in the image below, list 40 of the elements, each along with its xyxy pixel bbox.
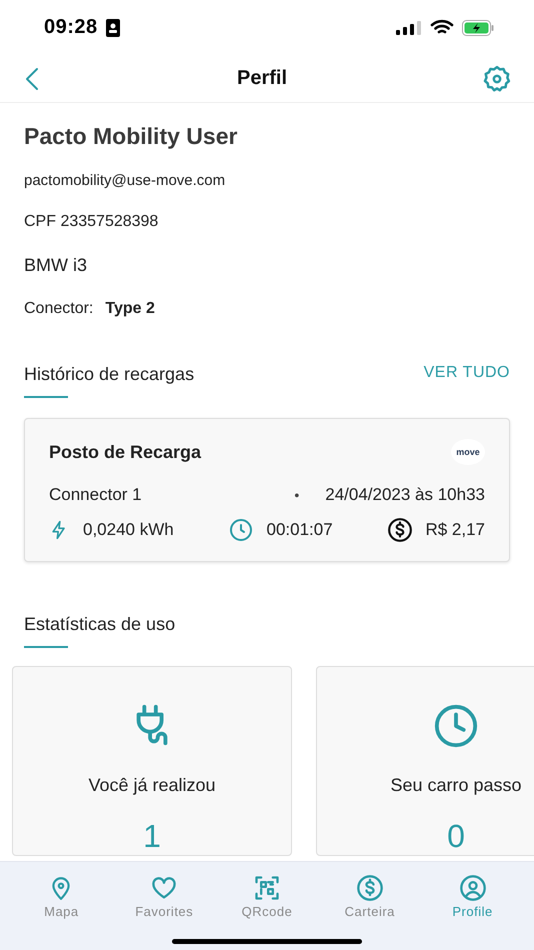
section-title: Estatísticas de uso (24, 614, 176, 636)
profile-icon (458, 874, 488, 902)
tab-item[interactable]: QRcode (226, 874, 307, 919)
station-logo: move (451, 439, 485, 465)
section-title: Histórico de recargas (24, 364, 194, 386)
dollar-circle-icon (354, 874, 385, 902)
page-title: Perfil (236, 67, 288, 90)
wifi-icon (430, 19, 454, 36)
stat-value: 1 (143, 818, 161, 855)
recharge-datetime: 24/04/2023 às 10h33 (325, 485, 485, 505)
user-name: Pacto Mobility User (24, 123, 238, 150)
clock-icon (228, 518, 252, 542)
connector-value: Type 2 (105, 300, 155, 318)
dollar-circle-icon (387, 517, 414, 543)
stat-label: Seu carro passo (390, 775, 522, 796)
status-time: 09:28 (44, 16, 98, 39)
separator-dot: • (294, 487, 300, 503)
tab-item[interactable]: Favorites (124, 874, 204, 919)
tab-item[interactable]: Profile (432, 874, 513, 919)
recharge-card[interactable]: Posto de Recarga move Connector 1 • 24/04/2023 às 10h33 0,0240 kWh 00:01:07 R$ 2,17 (24, 418, 510, 562)
see-all-link[interactable]: VER TUDO (424, 364, 510, 382)
tab-item[interactable]: Mapa (21, 874, 102, 919)
settings-button[interactable] (482, 64, 512, 94)
id-card-icon (106, 18, 120, 36)
connector-label: Conector: (24, 300, 94, 318)
car-model: BMW i3 (24, 255, 88, 276)
stat-value: 0 (447, 818, 465, 855)
battery-icon (462, 20, 494, 36)
station-name: Posto de Recarga (49, 442, 202, 462)
connector-name: Connector 1 (49, 485, 142, 505)
clock-icon (433, 703, 479, 749)
settings-icon (482, 64, 512, 94)
user-email: pactomobility@use-move.com (24, 172, 226, 189)
recharge-cost: R$ 2,17 (425, 520, 485, 540)
stat-label: Você já realizou (88, 775, 216, 796)
signal-icon (396, 20, 422, 34)
tab-item[interactable]: Carteira (330, 874, 410, 919)
energy-amount: 0,0240 kWh (83, 520, 174, 540)
recharge-duration: 00:01:07 (266, 520, 333, 540)
user-cpf: CPF 23357528398 (24, 213, 160, 231)
